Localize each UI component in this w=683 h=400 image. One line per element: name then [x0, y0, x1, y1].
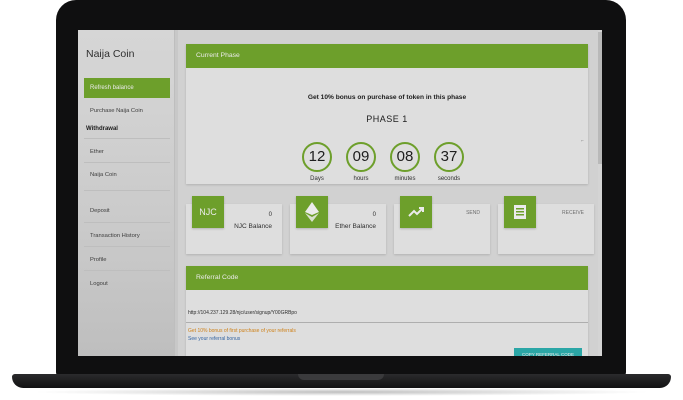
sidebar-item-logout[interactable]: Logout [90, 281, 108, 287]
referral-url[interactable]: http://104.237.129.28/njc/user/signup/Y0… [188, 310, 297, 316]
send-card[interactable]: SEND [394, 196, 490, 254]
timer-seconds-value: 37 [434, 142, 464, 172]
cursor-icon: ⌐ [581, 138, 584, 144]
laptop-shadow [30, 388, 653, 396]
main-content: Current Phase Get 10% bonus on purchase … [178, 30, 602, 356]
referral-bonus-note: Get 10% bonus of first purchase of your … [188, 328, 296, 334]
sidebar-item-refresh-balance[interactable]: Refresh balance [84, 78, 170, 98]
copy-referral-code-button[interactable]: COPY REFERRAL CODE [514, 348, 582, 356]
divider [84, 246, 170, 247]
sidebar-item-deposit[interactable]: Deposit [90, 208, 110, 214]
ether-balance-label: Ether Balance [335, 223, 376, 230]
receive-card[interactable]: RECEIVE [498, 196, 594, 254]
timer-hours: 09 hours [344, 142, 378, 182]
divider [84, 138, 170, 139]
trend-up-icon [400, 196, 432, 228]
divider [84, 162, 170, 163]
timer-hours-value: 09 [346, 142, 376, 172]
timer-hours-label: hours [353, 176, 369, 182]
njc-icon: NJC [192, 196, 224, 228]
timer-seconds: 37 seconds [432, 142, 466, 182]
divider [84, 270, 170, 271]
send-label: SEND [466, 210, 480, 216]
njc-balance-label: NJC Balance [234, 223, 272, 230]
sidebar-item-transaction-history[interactable]: Transaction History [90, 233, 140, 239]
timer-seconds-label: seconds [437, 176, 461, 182]
divider [84, 222, 170, 223]
ethereum-icon [296, 196, 328, 228]
receive-label: RECEIVE [562, 210, 584, 216]
sidebar-item-naija-coin[interactable]: Naija Coin [90, 172, 117, 178]
sidebar-item-profile[interactable]: Profile [90, 257, 106, 263]
brand-title: Naija Coin [86, 48, 135, 60]
sidebar-item-ether[interactable]: Ether [90, 149, 104, 155]
referral-header: Referral Code [186, 266, 588, 290]
sidebar-item-purchase-naija-coin[interactable]: Purchase Naija Coin [90, 108, 143, 114]
timer-days-label: Days [310, 176, 324, 182]
divider [186, 322, 588, 323]
njc-balance-card: NJC 0 NJC Balance [186, 196, 282, 254]
sidebar: Naija Coin Refresh balance Purchase Naij… [78, 30, 175, 356]
njc-balance-value: 0 [268, 212, 272, 218]
document-icon [504, 196, 536, 228]
scrollbar[interactable] [598, 30, 602, 356]
timer-minutes-value: 08 [390, 142, 420, 172]
divider [84, 190, 170, 191]
ether-balance-card: 0 Ether Balance [290, 196, 386, 254]
timer-days-value: 12 [302, 142, 332, 172]
ether-balance-value: 0 [372, 212, 376, 218]
timer-minutes-label: minutes [394, 176, 416, 182]
bonus-text: Get 10% bonus on purchase of token in th… [307, 94, 467, 101]
phase-title: PHASE 1 [366, 114, 408, 124]
timer-minutes: 08 minutes [388, 142, 422, 182]
timer-days: 12 Days [300, 142, 334, 182]
phase-card: Current Phase Get 10% bonus on purchase … [186, 44, 588, 184]
laptop-notch [298, 374, 384, 380]
referral-card: Referral Code http://104.237.129.28/njc/… [186, 266, 588, 356]
sidebar-section-withdrawal: Withdrawal [86, 126, 118, 132]
phase-header: Current Phase [186, 44, 588, 68]
see-referral-bonus-link[interactable]: See your referral bonus [188, 336, 240, 342]
scrollbar-thumb[interactable] [598, 32, 602, 164]
laptop-screen: Naija Coin Refresh balance Purchase Naij… [78, 30, 602, 356]
